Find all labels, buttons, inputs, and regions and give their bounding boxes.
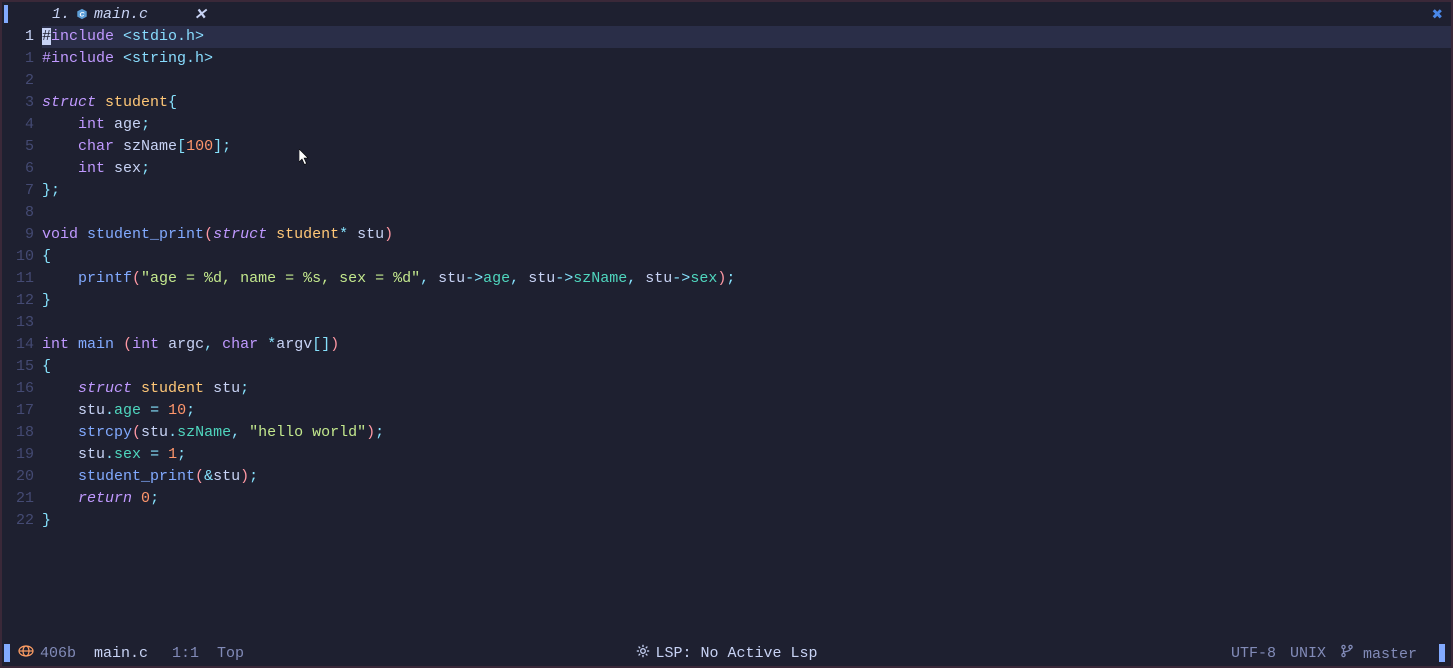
- lsp-gear-icon: [635, 644, 649, 663]
- line-number: 11: [2, 268, 34, 290]
- code-line[interactable]: }: [42, 510, 1451, 532]
- status-center: LSP: No Active Lsp: [635, 644, 817, 663]
- code-line[interactable]: [42, 70, 1451, 92]
- line-number: 12: [2, 290, 34, 312]
- line-number: 21: [2, 488, 34, 510]
- status-right-indicator: [1439, 644, 1445, 662]
- line-number: 13: [2, 312, 34, 334]
- tab-main-c[interactable]: 1. C main.c ✕: [6, 5, 217, 24]
- line-number: 22: [2, 510, 34, 532]
- line-number: 6: [2, 158, 34, 180]
- line-number: 4: [2, 114, 34, 136]
- line-number: 16: [2, 378, 34, 400]
- line-number: 15: [2, 356, 34, 378]
- code-line[interactable]: {: [42, 356, 1451, 378]
- tab-bar: 1. C main.c ✕ ✖: [2, 2, 1451, 26]
- line-number: 19: [2, 444, 34, 466]
- git-branch-icon: [1340, 644, 1354, 663]
- tab-close-icon[interactable]: ✕: [194, 5, 207, 24]
- status-file-icon: [18, 644, 34, 663]
- code-line[interactable]: #include <string.h>: [42, 48, 1451, 70]
- status-left: 406b main.c 1:1 Top: [4, 644, 262, 663]
- line-number-gutter: 112345678910111213141516171819202122: [2, 26, 42, 642]
- status-encoding: UTF-8: [1231, 645, 1276, 662]
- status-right: UTF-8 UNIX master: [1231, 644, 1449, 663]
- code-line[interactable]: strcpy(stu.szName, "hello world");: [42, 422, 1451, 444]
- code-line[interactable]: stu.age = 10;: [42, 400, 1451, 422]
- code-line[interactable]: };: [42, 180, 1451, 202]
- status-lsp-label: LSP: No Active Lsp: [655, 645, 817, 662]
- code-line[interactable]: struct student stu;: [42, 378, 1451, 400]
- line-number: 17: [2, 400, 34, 422]
- status-filesize: 406b: [40, 645, 76, 662]
- code-line[interactable]: [42, 202, 1451, 224]
- line-number: 7: [2, 180, 34, 202]
- code-line[interactable]: #include <stdio.h>: [42, 26, 1451, 48]
- code-editor[interactable]: #include <stdio.h>#include <string.h> str…: [42, 26, 1451, 642]
- c-file-icon: C: [76, 8, 88, 20]
- editor-container: 112345678910111213141516171819202122 #in…: [2, 26, 1451, 642]
- status-bar: 406b main.c 1:1 Top LSP: No Active Lsp U…: [4, 642, 1449, 664]
- code-line[interactable]: return 0;: [42, 488, 1451, 510]
- line-number: 3: [2, 92, 34, 114]
- line-number: 5: [2, 136, 34, 158]
- code-line[interactable]: {: [42, 246, 1451, 268]
- tab-bar-mode-indicator: [4, 5, 8, 23]
- code-line[interactable]: int main (int argc, char *argv[]): [42, 334, 1451, 356]
- code-line[interactable]: printf("age = %d, name = %s, sex = %d", …: [42, 268, 1451, 290]
- tab-index: 1.: [52, 6, 70, 23]
- code-line[interactable]: int sex;: [42, 158, 1451, 180]
- line-number: 10: [2, 246, 34, 268]
- line-number: 14: [2, 334, 34, 356]
- status-fileformat: UNIX: [1290, 645, 1326, 662]
- code-line[interactable]: struct student{: [42, 92, 1451, 114]
- code-line[interactable]: void student_print(struct student* stu): [42, 224, 1451, 246]
- code-line[interactable]: stu.sex = 1;: [42, 444, 1451, 466]
- line-number: 9: [2, 224, 34, 246]
- status-git-branch: master: [1340, 644, 1417, 663]
- line-number: 8: [2, 202, 34, 224]
- code-line[interactable]: }: [42, 290, 1451, 312]
- status-mode-indicator: [4, 644, 10, 662]
- tab-filename: main.c: [94, 6, 148, 23]
- code-line[interactable]: char szName[100];: [42, 136, 1451, 158]
- line-number: 2: [2, 70, 34, 92]
- code-line[interactable]: student_print(&stu);: [42, 466, 1451, 488]
- status-filename: main.c: [94, 645, 148, 662]
- line-number: 1: [2, 26, 34, 48]
- status-cursor-position: 1:1: [172, 645, 199, 662]
- status-scroll-position: Top: [217, 645, 244, 662]
- window-close-icon[interactable]: ✖: [1432, 4, 1443, 26]
- code-line[interactable]: [42, 312, 1451, 334]
- line-number: 20: [2, 466, 34, 488]
- line-number: 18: [2, 422, 34, 444]
- status-branch-name: master: [1363, 646, 1417, 663]
- line-number: 1: [2, 48, 34, 70]
- code-line[interactable]: int age;: [42, 114, 1451, 136]
